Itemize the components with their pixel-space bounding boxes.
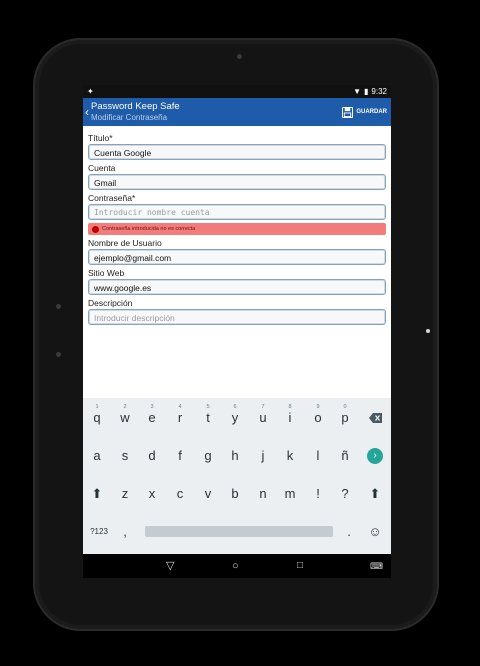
keyboard-switch-icon[interactable]: ⌨ xyxy=(370,558,383,574)
emoji-icon: ☺ xyxy=(368,524,382,539)
password-label: Contraseña* xyxy=(88,193,136,203)
spacebar[interactable] xyxy=(145,526,333,537)
key[interactable]: s xyxy=(113,442,137,470)
key[interactable]: a xyxy=(85,442,109,470)
arrow-right-icon: › xyxy=(373,450,377,461)
key[interactable]: k xyxy=(278,442,302,470)
screen-subtitle: Modificar Contraseña xyxy=(91,112,168,122)
edit-password-form: Título* Cuenta Google Cuenta Gmail Contr… xyxy=(83,126,391,325)
recents-icon[interactable]: □ xyxy=(297,558,303,574)
key[interactable]: f xyxy=(168,442,192,470)
title-label: Título* xyxy=(88,133,113,143)
key[interactable]: 6y xyxy=(223,404,247,432)
key[interactable]: 8i xyxy=(278,404,302,432)
app-bar: ‹ Password Keep Safe Modificar Contraseñ… xyxy=(83,98,391,126)
username-label: Nombre de Usuario xyxy=(88,238,162,248)
key[interactable]: 2w xyxy=(113,404,137,432)
go-key[interactable]: › xyxy=(367,448,383,464)
password-field[interactable]: Introducir nombre cuenta xyxy=(88,204,386,220)
key[interactable]: 5t xyxy=(196,404,220,432)
shift-key-right[interactable]: ⬆ xyxy=(363,480,387,508)
shift-icon: ⬆ xyxy=(369,486,381,501)
website-field[interactable]: www.google.es xyxy=(88,279,386,295)
key[interactable]: 4r xyxy=(168,404,192,432)
save-button[interactable]: GUARDAR xyxy=(342,106,387,118)
key[interactable]: n xyxy=(251,480,275,508)
key[interactable]: ! xyxy=(306,480,330,508)
description-label: Descripción xyxy=(88,298,133,308)
shift-key[interactable]: ⬆ xyxy=(85,480,109,508)
side-button xyxy=(56,352,61,357)
description-field[interactable]: Introducir descripción xyxy=(88,309,386,325)
wifi-icon: ▼ xyxy=(353,87,362,96)
backspace-icon xyxy=(368,413,382,423)
key[interactable]: ñ xyxy=(333,442,357,470)
password-error: Contraseña introducida no es correcta xyxy=(88,223,386,235)
app-titles: Password Keep Safe Modificar Contraseña xyxy=(91,102,180,122)
key[interactable]: ? xyxy=(333,480,357,508)
symbols-key[interactable]: ?123 xyxy=(85,518,113,546)
error-message: Contraseña introducida no es correcta xyxy=(102,226,196,232)
android-icon: ✦ xyxy=(87,87,94,96)
account-field[interactable]: Gmail xyxy=(88,174,386,190)
save-icon xyxy=(342,106,354,118)
key[interactable]: 0p xyxy=(333,404,357,432)
key[interactable]: m xyxy=(278,480,302,508)
key[interactable]: h xyxy=(223,442,247,470)
comma-key[interactable]: , xyxy=(113,518,137,546)
emoji-key[interactable]: ☺ xyxy=(363,518,387,546)
home-icon[interactable]: ○ xyxy=(232,558,239,574)
clock: 9:32 xyxy=(371,87,387,96)
soft-keyboard: 1q 2w 3e 4r 5t 6y 7u 8i 9o 0p a s d f g … xyxy=(83,398,391,554)
key[interactable]: c xyxy=(168,480,192,508)
key[interactable]: v xyxy=(196,480,220,508)
screen: ✦ ▼ ▮ 9:32 ‹ Password Keep Safe Modifica… xyxy=(83,85,391,578)
key[interactable]: b xyxy=(223,480,247,508)
save-label: GUARDAR xyxy=(356,109,387,115)
key[interactable]: x xyxy=(140,480,164,508)
battery-icon: ▮ xyxy=(364,87,369,96)
navigation-bar: ▽ ○ □ ⌨ xyxy=(83,554,391,578)
key[interactable]: g xyxy=(196,442,220,470)
key[interactable]: j xyxy=(251,442,275,470)
back-nav-icon[interactable]: ▽ xyxy=(166,558,174,574)
front-camera xyxy=(237,54,242,59)
key[interactable]: 1q xyxy=(85,404,109,432)
key[interactable]: d xyxy=(140,442,164,470)
app-title: Password Keep Safe xyxy=(91,101,180,113)
error-icon xyxy=(92,225,99,233)
key[interactable]: 7u xyxy=(251,404,275,432)
light-sensor xyxy=(426,329,430,333)
website-label: Sitio Web xyxy=(88,268,125,278)
account-label: Cuenta xyxy=(88,163,116,173)
side-button xyxy=(56,304,61,309)
title-field[interactable]: Cuenta Google xyxy=(88,144,386,160)
period-key[interactable]: . xyxy=(337,518,361,546)
back-icon[interactable]: ‹ xyxy=(85,106,89,118)
shift-icon: ⬆ xyxy=(91,486,103,501)
status-bar: ✦ ▼ ▮ 9:32 xyxy=(83,85,391,98)
key[interactable]: z xyxy=(113,480,137,508)
backspace-key[interactable] xyxy=(363,404,387,432)
key[interactable]: 9o xyxy=(306,404,330,432)
key[interactable]: l xyxy=(306,442,330,470)
username-field[interactable]: ejemplo@gmail.com xyxy=(88,249,386,265)
key[interactable]: 3e xyxy=(140,404,164,432)
